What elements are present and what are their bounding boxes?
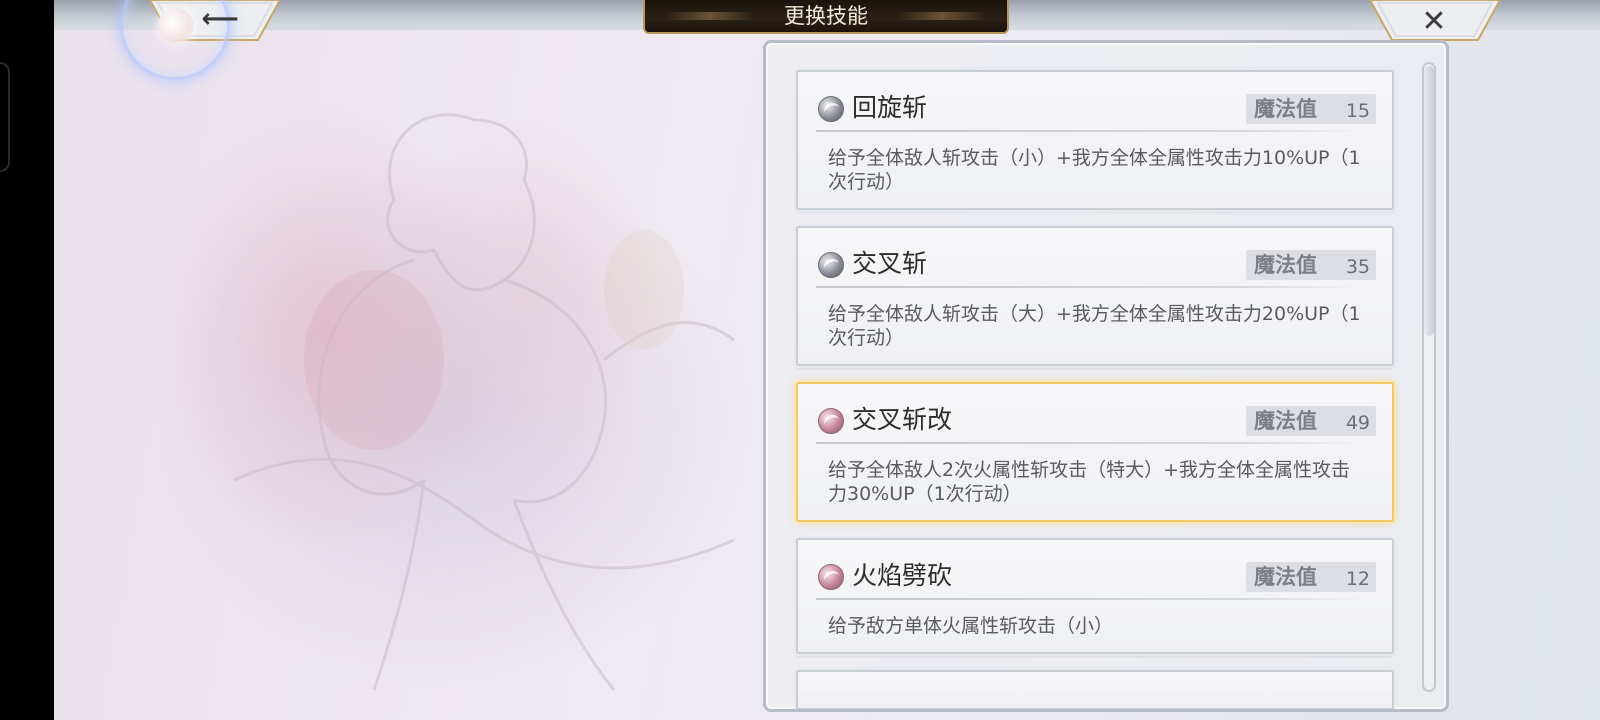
mp-value: 49 — [1345, 412, 1370, 434]
bezel-notch — [0, 62, 10, 172]
mp-cost-badge: 魔法值 35 — [1246, 250, 1376, 280]
scrollbar-thumb[interactable] — [1424, 66, 1434, 336]
mp-label: 魔法值 — [1254, 253, 1317, 277]
touch-point — [158, 8, 194, 44]
card-divider — [816, 130, 1362, 132]
skill-description: 给予敌方单体火属性斩攻击（小） — [828, 615, 1114, 637]
skill-name: 回旋斩 — [852, 93, 928, 122]
skill-card-1[interactable]: 回旋斩 魔法值 15 给予全体敌人斩攻击（小）+我方全体全属性攻击力10%UP（… — [796, 70, 1394, 210]
skill-description: 给予全体敌人斩攻击（大）+我方全体全属性攻击力20%UP（1次行动） — [828, 303, 1361, 349]
skill-card-3-selected[interactable]: 交叉斩改 魔法值 49 给予全体敌人2次火属性斩攻击（特大）+我方全体全属性攻击… — [796, 382, 1394, 522]
page-title: 更换技能 — [643, 0, 1009, 34]
mp-label: 魔法值 — [1254, 409, 1317, 433]
mp-label: 魔法值 — [1254, 565, 1317, 589]
skill-description: 给予全体敌人2次火属性斩攻击（特大）+我方全体全属性攻击力30%UP（1次行动） — [828, 459, 1351, 505]
skill-name: 火焰劈砍 — [852, 561, 953, 590]
skill-panel: 回旋斩 魔法值 15 给予全体敌人斩攻击（小）+我方全体全属性攻击力10%UP（… — [763, 40, 1449, 712]
skill-card-4[interactable]: 火焰劈砍 魔法值 12 给予敌方单体火属性斩攻击（小） — [796, 538, 1394, 654]
card-divider — [816, 598, 1362, 600]
skill-description: 给予全体敌人斩攻击（小）+我方全体全属性攻击力10%UP（1次行动） — [828, 147, 1361, 193]
fire-slash-skill-icon — [818, 408, 844, 434]
mp-cost-badge: 魔法值 15 — [1246, 94, 1376, 124]
back-arrow-icon[interactable]: ⟵ — [200, 4, 240, 34]
slash-skill-icon — [818, 96, 844, 122]
mp-value: 12 — [1345, 568, 1370, 590]
device-bezel — [0, 0, 54, 720]
skill-name: 交叉斩 — [852, 249, 928, 278]
skill-card-5-partial[interactable] — [796, 670, 1394, 709]
mp-cost-badge: 魔法值 12 — [1246, 562, 1376, 592]
mp-value: 15 — [1345, 100, 1370, 122]
card-divider — [816, 442, 1362, 444]
skill-card-2[interactable]: 交叉斩 魔法值 35 给予全体敌人斩攻击（大）+我方全体全属性攻击力20%UP（… — [796, 226, 1394, 366]
mp-cost-badge: 魔法值 49 — [1246, 406, 1376, 436]
card-divider — [816, 286, 1362, 288]
close-x-icon[interactable]: ✕ — [1416, 4, 1452, 40]
fire-slash-skill-icon — [818, 564, 844, 590]
mp-value: 35 — [1345, 256, 1370, 278]
mp-label: 魔法值 — [1254, 97, 1317, 121]
skill-name: 交叉斩改 — [852, 405, 953, 434]
skill-list: 回旋斩 魔法值 15 给予全体敌人斩攻击（小）+我方全体全属性攻击力10%UP（… — [796, 70, 1394, 709]
slash-skill-icon — [818, 252, 844, 278]
character-artwork — [233, 113, 735, 691]
